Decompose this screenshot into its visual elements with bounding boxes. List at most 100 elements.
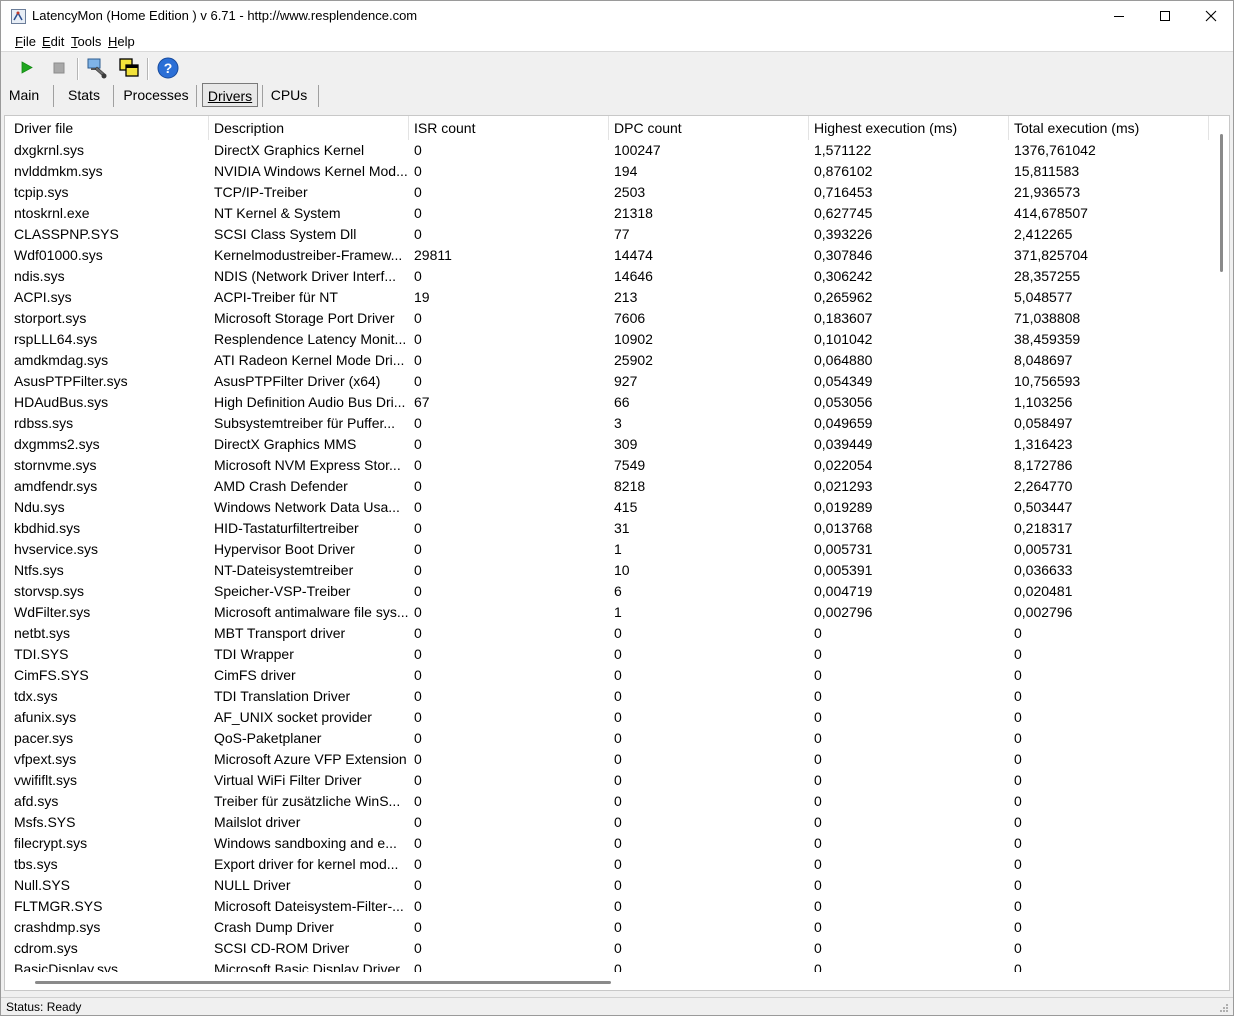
cell-total-execution: 0 [1014,856,1022,872]
vertical-scrollbar[interactable] [1215,116,1229,972]
tab-processes[interactable]: Processes [121,83,191,107]
table-row[interactable]: afunix.sys AF_UNIX socket provider 0 0 0 0 [9,707,1215,728]
cell-highest-execution: 0,054349 [814,373,873,389]
cell-driver-file: AsusPTPFilter.sys [14,373,128,389]
column-header-description[interactable]: Description [209,116,409,140]
table-row[interactable]: pacer.sys QoS-Paketplaner 0 0 0 0 [9,728,1215,749]
copy-windows-icon [119,58,139,77]
cell-highest-execution: 0,053056 [814,394,873,410]
cell-highest-execution: 0,393226 [814,226,873,242]
cell-dpc-count: 2503 [614,184,646,200]
table-row[interactable]: filecrypt.sys Windows sandboxing and e...… [9,833,1215,854]
menu-edit[interactable]: Edit [42,34,64,49]
cell-isr-count: 0 [414,835,422,851]
minimize-button[interactable] [1096,1,1142,31]
table-row[interactable]: storport.sys Microsoft Storage Port Drive… [9,308,1215,329]
cell-total-execution: 0 [1014,730,1022,746]
table-row[interactable]: dxgkrnl.sys DirectX Graphics Kernel 0 10024… [9,140,1215,161]
table-row[interactable]: WdFilter.sys Microsoft antimalware file s… [9,602,1215,623]
table-row[interactable]: CLASSPNP.SYS SCSI Class System Dll 0 77 0,39… [9,224,1215,245]
table-row[interactable]: kbdhid.sys HID-Tastaturfiltertreiber 0 31 0,… [9,518,1215,539]
table-row[interactable]: storvsp.sys Speicher-VSP-Treiber 0 6 0,00471… [9,581,1215,602]
table-row[interactable]: rdbss.sys Subsystemtreiber für Puffer... 0… [9,413,1215,434]
cell-description: AMD Crash Defender [214,478,348,494]
table-row[interactable]: ACPI.sys ACPI-Treiber für NT 19 213 0,265962… [9,287,1215,308]
cell-highest-execution: 0,004719 [814,583,873,599]
cell-highest-execution: 0,013768 [814,520,873,536]
tab-stats[interactable]: Stats [61,83,107,107]
cell-total-execution: 0 [1014,793,1022,809]
cell-isr-count: 0 [414,499,422,515]
computer-settings-button[interactable] [85,56,109,80]
start-button[interactable] [15,56,39,80]
table-row[interactable]: hvservice.sys Hypervisor Boot Driver 0 1 0,0… [9,539,1215,560]
column-header-driver-file[interactable]: Driver file [9,116,209,140]
table-row[interactable]: Wdf01000.sys Kernelmodustreiber-Framew...… [9,245,1215,266]
cell-total-execution: 0 [1014,667,1022,683]
menu-help-mnemonic: H [108,34,118,49]
tab-main[interactable]: Main [1,83,47,107]
cell-isr-count: 0 [414,436,422,452]
vertical-scroll-thumb[interactable] [1220,134,1223,272]
column-header-highest-execution[interactable]: Highest execution (ms) [809,116,1009,140]
column-header-dpc-count[interactable]: DPC count [609,116,809,140]
table-row[interactable]: cdrom.sys SCSI CD-ROM Driver 0 0 0 0 [9,938,1215,959]
help-button[interactable]: ? [156,56,180,80]
cell-description: Mailslot driver [214,814,301,830]
tab-drivers[interactable]: Drivers [202,83,258,107]
table-row[interactable]: BasicDisplay.sys Microsoft Basic Display … [9,959,1215,972]
table-row[interactable]: FLTMGR.SYS Microsoft Dateisystem-Filter-.… [9,896,1215,917]
close-icon [1205,10,1217,22]
resize-grip-icon[interactable] [1219,1003,1229,1013]
drivers-list[interactable]: Driver file Description ISR count DPC co… [4,115,1230,991]
table-row[interactable]: dxgmms2.sys DirectX Graphics MMS 0 309 0,039… [9,434,1215,455]
cell-highest-execution: 0,627745 [814,205,873,221]
cell-isr-count: 0 [414,604,422,620]
table-row[interactable]: tdx.sys TDI Translation Driver 0 0 0 0 [9,686,1215,707]
table-row[interactable]: amdkmdag.sys ATI Radeon Kernel Mode Dri..… [9,350,1215,371]
cell-description: TDI Wrapper [214,646,294,662]
menu-file-label: ile [22,34,36,49]
cell-description: Microsoft Azure VFP Extension [214,751,407,767]
table-row[interactable]: stornvme.sys Microsoft NVM Express Stor..… [9,455,1215,476]
table-row[interactable]: afd.sys Treiber für zusätzliche WinS... 0 0… [9,791,1215,812]
table-row[interactable]: rspLLL64.sys Resplendence Latency Monit..… [9,329,1215,350]
maximize-button[interactable] [1142,1,1188,31]
menu-file[interactable]: File [15,34,36,49]
table-row[interactable]: TDI.SYS TDI Wrapper 0 0 0 0 [9,644,1215,665]
table-row[interactable]: HDAudBus.sys High Definition Audio Bus Dr… [9,392,1215,413]
horizontal-scrollbar[interactable] [5,974,1215,990]
table-row[interactable]: netbt.sys MBT Transport driver 0 0 0 0 [9,623,1215,644]
column-header-total-execution[interactable]: Total execution (ms) [1009,116,1209,140]
cell-driver-file: cdrom.sys [14,940,78,956]
table-row[interactable]: ntoskrnl.exe NT Kernel & System 0 21318 0,62… [9,203,1215,224]
table-row[interactable]: Msfs.SYS Mailslot driver 0 0 0 0 [9,812,1215,833]
cell-driver-file: FLTMGR.SYS [14,898,103,914]
stop-button[interactable] [47,56,71,80]
table-row[interactable]: vfpext.sys Microsoft Azure VFP Extension 0… [9,749,1215,770]
table-row[interactable]: CimFS.SYS CimFS driver 0 0 0 0 [9,665,1215,686]
table-row[interactable]: tbs.sys Export driver for kernel mod... 0 0… [9,854,1215,875]
table-row[interactable]: crashdmp.sys Crash Dump Driver 0 0 0 0 [9,917,1215,938]
cell-dpc-count: 1 [614,541,622,557]
table-row[interactable]: AsusPTPFilter.sys AsusPTPFilter Driver (x… [9,371,1215,392]
table-row[interactable]: Ndu.sys Windows Network Data Usa... 0 415 0,… [9,497,1215,518]
table-row[interactable]: amdfendr.sys AMD Crash Defender 0 8218 0,021… [9,476,1215,497]
column-header-isr-count[interactable]: ISR count [409,116,609,140]
table-row[interactable]: nvlddmkm.sys NVIDIA Windows Kernel Mod...… [9,161,1215,182]
cell-total-execution: 0 [1014,625,1022,641]
tab-cpus[interactable]: CPUs [267,83,311,107]
table-row[interactable]: Ntfs.sys NT-Dateisystemtreiber 0 10 0,005391… [9,560,1215,581]
horizontal-scroll-thumb[interactable] [35,981,611,984]
title-bar[interactable]: LatencyMon (Home Edition ) v 6.71 - http… [1,1,1233,31]
close-button[interactable] [1188,1,1233,31]
tab-divider [196,85,197,107]
table-row[interactable]: vwififlt.sys Virtual WiFi Filter Driver 0 0… [9,770,1215,791]
table-row[interactable]: Null.SYS NULL Driver 0 0 0 0 [9,875,1215,896]
menu-help[interactable]: Help [108,34,135,49]
menu-tools[interactable]: Tools [71,34,101,49]
copy-windows-button[interactable] [117,56,141,80]
cell-isr-count: 0 [414,142,422,158]
table-row[interactable]: tcpip.sys TCP/IP-Treiber 0 2503 0,716453 21,9… [9,182,1215,203]
table-row[interactable]: ndis.sys NDIS (Network Driver Interf... 0 1… [9,266,1215,287]
